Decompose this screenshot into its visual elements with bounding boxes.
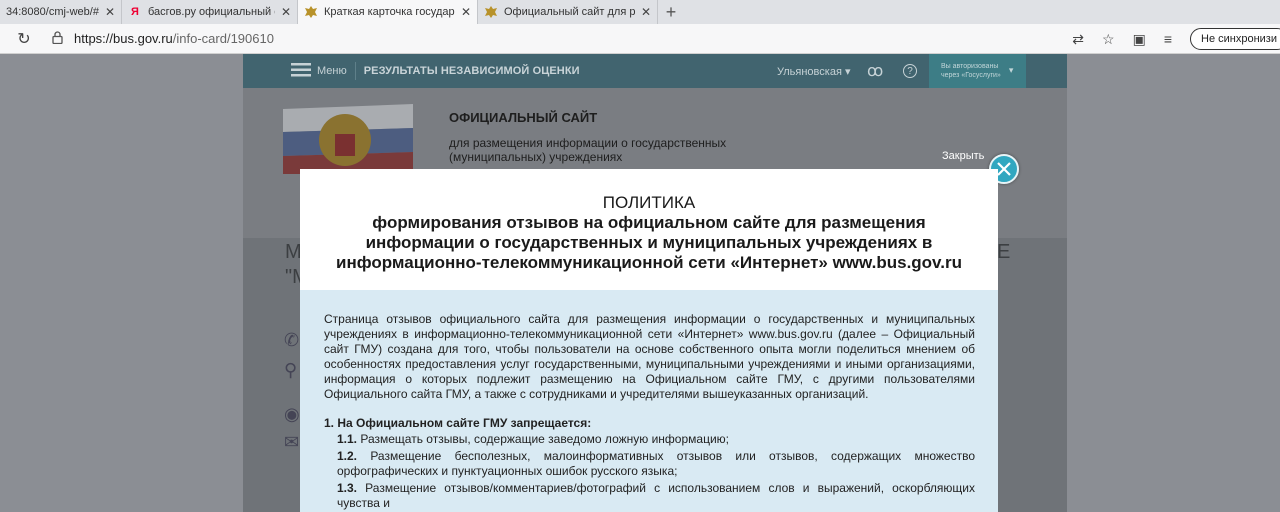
- coat-of-arms-flag-logo: [283, 104, 413, 174]
- tab-title: 34:8080/cmj-web/#previ: [6, 6, 99, 18]
- rule-number: 1.2.: [337, 449, 358, 463]
- divider: [354, 62, 356, 80]
- official-site-subtitle: для размещения информации о государствен…: [449, 136, 727, 165]
- url-field[interactable]: https://bus.gov.ru/info-card/190610: [74, 31, 274, 46]
- chevron-down-icon: ▾: [1008, 65, 1014, 76]
- hamburger-icon: [291, 62, 311, 80]
- auth-line1: Вы авторизованы: [941, 62, 999, 70]
- rule-text: Размещение отзывов/комментариев/фотограф…: [337, 481, 975, 510]
- region-label: Ульяновская: [777, 65, 842, 78]
- rules-heading: 1. На Официальном сайте ГМУ запрещается:: [324, 416, 592, 430]
- rule-item: 1.3. Размещение отзывов/комментариев/фот…: [337, 481, 975, 511]
- globe-icon: ◉: [284, 404, 300, 424]
- rule-item: 1.1. Размещать отзывы, содержащие заведо…: [337, 432, 975, 447]
- policy-intro-text: Страница отзывов официального сайта для …: [324, 312, 975, 401]
- policy-modal: ПОЛИТИКА формирования отзывов на официал…: [300, 169, 998, 512]
- page-viewport: Меню РЕЗУЛЬТАТЫ НЕЗАВИСИМОЙ ОЦЕНКИ Ульян…: [0, 54, 1280, 512]
- region-select[interactable]: Ульяновская ▾: [777, 65, 850, 78]
- modal-title: ПОЛИТИКА: [602, 193, 696, 212]
- phone-icon: ✆: [284, 330, 300, 350]
- menu-button[interactable]: Меню: [291, 62, 347, 80]
- modal-header: ПОЛИТИКА формирования отзывов на официал…: [300, 169, 998, 290]
- menu-label: Меню: [317, 65, 347, 77]
- browser-tab[interactable]: Официальный сайт для разме ✕: [478, 0, 658, 24]
- translate-icon[interactable]: ⇄: [1072, 31, 1084, 48]
- close-icon: [997, 162, 1011, 176]
- accessibility-glasses-icon[interactable]: ꝏ: [867, 61, 883, 81]
- auth-status-button[interactable]: Вы авторизованы через «Госуслуги» ▾: [929, 54, 1026, 88]
- modal-subtitle-line: информации о государственных и муниципал…: [365, 233, 933, 252]
- modal-subtitle-line: информационно-телекоммуникационной сети …: [336, 253, 962, 272]
- browser-tab[interactable]: Я басгов.ру официальный сайт – ✕: [122, 0, 298, 24]
- tab-title: Официальный сайт для разме: [504, 6, 635, 18]
- official-site-title: ОФИЦИАЛЬНЫЙ САЙТ: [449, 110, 598, 125]
- modal-subtitle-line: формирования отзывов на официальном сайт…: [372, 213, 926, 232]
- location-pin-icon: ⚲: [284, 360, 298, 380]
- close-label[interactable]: Закрыть: [942, 150, 984, 162]
- address-bar: ↻ https://bus.gov.ru/info-card/190610 ⇄ …: [0, 24, 1280, 54]
- results-link[interactable]: РЕЗУЛЬТАТЫ НЕЗАВИСИМОЙ ОЦЕНКИ: [364, 65, 580, 77]
- sync-profile-button[interactable]: Не синхронизи: [1190, 28, 1280, 50]
- favorites-list-icon[interactable]: ≡: [1164, 31, 1172, 47]
- site-top-nav: Меню РЕЗУЛЬТАТЫ НЕЗАВИСИМОЙ ОЦЕНКИ Ульян…: [243, 54, 1067, 88]
- favorite-star-icon[interactable]: ☆: [1102, 31, 1115, 48]
- mail-icon: ✉: [284, 432, 300, 452]
- lock-icon[interactable]: [52, 30, 66, 47]
- reload-icon[interactable]: ↻: [14, 29, 34, 49]
- url-path: /info-card/190610: [172, 31, 274, 46]
- tab-title: басгов.ру официальный сайт –: [148, 6, 275, 18]
- url-host: https://bus.gov.ru: [74, 31, 173, 46]
- rule-number: 1.3.: [337, 481, 358, 495]
- rule-text: Размещение бесполезных, малоинформативны…: [337, 449, 975, 478]
- close-tab-icon[interactable]: ✕: [455, 5, 471, 19]
- eagle-favicon-icon: [484, 5, 498, 19]
- background-text: Е: [997, 241, 1011, 263]
- browser-toolbar: ⇄ ☆ ▣ ≡ ⧉: [1072, 24, 1200, 54]
- help-icon[interactable]: ?: [903, 64, 917, 78]
- close-tab-icon[interactable]: ✕: [635, 5, 651, 19]
- tab-title: Краткая карточка государствен: [324, 6, 455, 18]
- extension-icon[interactable]: ▣: [1133, 31, 1146, 48]
- browser-tab-active[interactable]: Краткая карточка государствен ✕: [298, 0, 478, 24]
- rule-item: 1.2. Размещение бесполезных, малоинформа…: [337, 449, 975, 479]
- auth-line2: через «Госуслуги»: [941, 72, 1001, 79]
- browser-tab[interactable]: 34:8080/cmj-web/#previ ✕: [0, 0, 122, 24]
- rule-text: Размещать отзывы, содержащие заведомо ло…: [360, 432, 729, 446]
- close-tab-icon[interactable]: ✕: [275, 5, 291, 19]
- close-tab-icon[interactable]: ✕: [99, 5, 115, 19]
- eagle-favicon-icon: [304, 5, 318, 19]
- rule-number: 1.1.: [337, 432, 358, 446]
- browser-tab-bar: 34:8080/cmj-web/#previ ✕ Я басгов.ру офи…: [0, 0, 1280, 24]
- yandex-favicon-icon: Я: [131, 6, 139, 18]
- new-tab-icon[interactable]: +: [658, 0, 684, 24]
- modal-body: Страница отзывов официального сайта для …: [300, 290, 998, 512]
